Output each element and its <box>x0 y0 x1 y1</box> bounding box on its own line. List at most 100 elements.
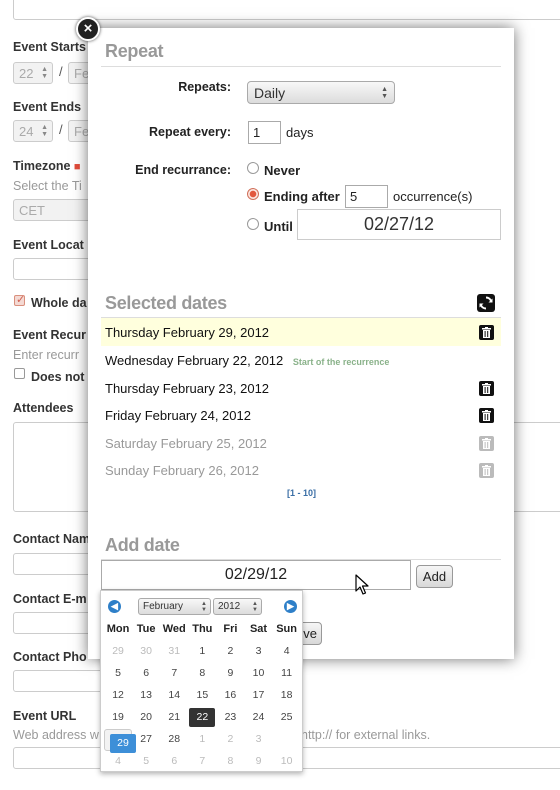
calendar-day[interactable]: 9 <box>216 663 244 685</box>
does-not-repeat-checkbox[interactable] <box>14 368 25 379</box>
event-ends-day-spinner[interactable]: 24 ▲ ▼ <box>13 120 53 142</box>
calendar-day[interactable]: 25 <box>273 707 301 729</box>
calendar-day[interactable]: 16 <box>216 685 244 707</box>
calendar-day[interactable]: 8 <box>216 751 244 773</box>
spinner-arrows-icon: ▲ ▼ <box>41 66 48 80</box>
calendar-day[interactable]: 7 <box>188 751 216 773</box>
calendar-day[interactable]: 10 <box>273 751 301 773</box>
calendar-day[interactable]: 10 <box>244 663 272 685</box>
timezone-hint: Select the Ti <box>13 179 82 193</box>
top-input[interactable] <box>13 0 560 20</box>
never-radio[interactable] <box>247 162 259 174</box>
calendar-day[interactable]: 14 <box>160 685 188 707</box>
repeat-every-input[interactable]: 1 <box>248 121 281 144</box>
calendar-day[interactable]: 5 <box>104 663 132 685</box>
repeat-title: Repeat <box>105 41 164 61</box>
ending-after-input[interactable]: 5 <box>345 185 388 208</box>
calendar-day-today[interactable]: 22 <box>188 707 216 729</box>
ending-after-radio[interactable] <box>247 188 259 200</box>
recurrence-hint: Enter recurr <box>13 348 79 362</box>
weekday-label: Fri <box>223 623 238 635</box>
calendar-day[interactable]: 24 <box>244 707 272 729</box>
contact-phone-input[interactable] <box>13 670 103 692</box>
calendar-week: 29 30 31 1 2 3 4 <box>104 641 301 663</box>
calendar-day[interactable]: 4 <box>104 751 132 773</box>
calendar-day[interactable]: 5 <box>132 751 160 773</box>
calendar-week: 5 6 7 8 9 10 11 <box>104 663 301 685</box>
trash-icon[interactable] <box>479 408 494 423</box>
refresh-icon[interactable] <box>477 294 495 312</box>
calendar-week: 26 27 28 29 1 2 3 <box>104 729 301 753</box>
selected-date-row: Saturday February 25, 2012 <box>101 429 501 457</box>
trash-icon[interactable] <box>479 436 494 451</box>
calendar-day[interactable]: 15 <box>188 685 216 707</box>
calendar-day[interactable]: 2 <box>216 729 244 751</box>
next-month-icon[interactable]: ▶ <box>284 600 297 613</box>
until-date-input[interactable]: 02/27/12 <box>297 209 501 240</box>
calendar-day[interactable]: 6 <box>132 663 160 685</box>
calendar-day[interactable]: 9 <box>244 751 272 773</box>
repeat-every-label: Repeat every: <box>149 125 231 139</box>
calendar-day[interactable]: 6 <box>160 751 188 773</box>
event-recurrence-label: Event Recur <box>13 328 86 342</box>
calendar-day[interactable]: 30 <box>132 641 160 663</box>
contact-phone-label: Contact Pho <box>13 650 87 664</box>
repeat-dialog: Repeat Repeats: Daily ▲ ▼ Repeat every: 1… <box>88 28 514 659</box>
calendar-day[interactable]: 19 <box>104 707 132 729</box>
required-mark: ■ <box>73 161 81 173</box>
calendar-day[interactable]: 4 <box>273 641 301 663</box>
year-value: 2012 <box>218 601 241 612</box>
calendar-day[interactable]: 17 <box>244 685 272 707</box>
event-starts-month-value: Fe <box>74 66 90 81</box>
trash-icon[interactable] <box>479 463 494 478</box>
calendar-day[interactable]: 13 <box>132 685 160 707</box>
selected-date-label: Friday February 24, 2012 <box>105 408 251 423</box>
calendar-day[interactable]: 23 <box>216 707 244 729</box>
today-day-label: 22 <box>189 708 216 727</box>
calendar-day[interactable]: 3 <box>244 729 272 751</box>
event-starts-day-spinner[interactable]: 22 ▲ ▼ <box>13 62 53 84</box>
event-url-hint-start: Web address w <box>13 728 99 742</box>
calendar-day[interactable]: 7 <box>160 663 188 685</box>
close-icon[interactable]: × <box>76 17 100 41</box>
calendar-day[interactable]: 27 <box>132 729 160 751</box>
prev-month-icon[interactable]: ◀ <box>108 600 121 613</box>
weekday-header: Mon Tue Wed Thu Fri Sat Sun <box>104 619 301 641</box>
trash-icon[interactable] <box>479 381 494 396</box>
add-button[interactable]: Add <box>416 565 453 588</box>
calendar-day[interactable]: 11 <box>273 663 301 685</box>
calendar-day[interactable]: 18 <box>273 685 301 707</box>
year-select[interactable]: 2012 ▲ ▼ <box>213 598 262 615</box>
trash-icon[interactable] <box>479 325 494 340</box>
calendar-day[interactable]: 31 <box>160 641 188 663</box>
calendar-day[interactable]: 28 <box>160 729 188 751</box>
date-separator: / <box>59 122 63 137</box>
weekday-label: Sat <box>249 623 268 635</box>
divider <box>101 66 501 67</box>
timezone-label-text: Timezone <box>13 159 71 173</box>
weekday-label: Thu <box>192 623 213 635</box>
pager-link[interactable]: [1 - 10] <box>287 488 316 498</box>
until-radio[interactable] <box>247 218 259 230</box>
contact-name-label: Contact Nam <box>13 532 91 546</box>
whole-day-checkbox[interactable] <box>14 293 25 306</box>
selected-date-label: Sunday February 26, 2012 <box>105 463 259 478</box>
calendar-day-selected[interactable]: 29 <box>104 729 136 753</box>
calendar-day[interactable]: 20 <box>132 707 160 729</box>
calendar-day[interactable]: 1 <box>188 641 216 663</box>
event-ends-day-value: 24 <box>19 124 34 139</box>
event-ends-month-value: Fe <box>74 124 90 139</box>
calendar-day[interactable]: 29 <box>104 641 132 663</box>
calendar-day[interactable]: 2 <box>216 641 244 663</box>
never-label: Never <box>264 163 301 178</box>
repeats-select[interactable]: Daily ▲ ▼ <box>247 81 395 104</box>
select-arrows-icon: ▲ ▼ <box>252 601 258 613</box>
calendar-day[interactable]: 3 <box>244 641 272 663</box>
calendar-grid: Mon Tue Wed Thu Fri Sat Sun 29 30 31 1 2… <box>104 619 301 773</box>
calendar-day[interactable]: 1 <box>188 729 216 751</box>
calendar-day[interactable]: 21 <box>160 707 188 729</box>
calendar-week: 19 20 21 22 23 24 25 <box>104 707 301 729</box>
calendar-day[interactable]: 8 <box>188 663 216 685</box>
month-select[interactable]: February ▲ ▼ <box>138 598 211 615</box>
calendar-day[interactable]: 12 <box>104 685 132 707</box>
